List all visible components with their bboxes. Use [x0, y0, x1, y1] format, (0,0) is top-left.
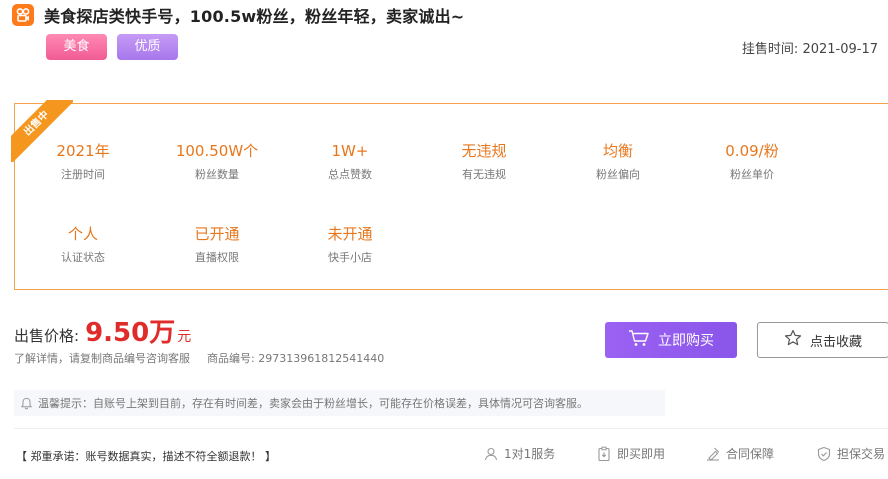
stat-label: 总点赞数 [328, 168, 372, 181]
buy-now-label: 立即购买 [658, 333, 714, 349]
notice-text: 温馨提示：自账号上架到目前，存在有时间差，卖家会由于粉丝增长，可能存在价格误差，… [38, 397, 588, 410]
price-label: 出售价格: [14, 327, 80, 345]
buy-now-button[interactable]: 立即购买 [605, 322, 737, 358]
detail-row: 了解详情，请复制商品编号咨询客服 商品编号: 29731396181254144… [14, 350, 384, 366]
stat-value: 0.09/粉 [725, 142, 779, 160]
stat-follower-count: 100.50W个 粉丝数量 [157, 141, 277, 183]
account-info-panel: 出售中 2021年 注册时间 100.50W个 粉丝数量 1W+ 总点赞数 无违… [11, 100, 888, 290]
service-label: 合同保障 [726, 447, 775, 461]
service-label: 1对1服务 [504, 447, 556, 461]
stat-value: 均衡 [602, 142, 633, 160]
stat-verification: 个人 认证状态 [23, 224, 143, 266]
title-row: 美食探店类快手号，100.5w粉丝，粉丝年轻，卖家诚出~ [12, 4, 464, 26]
contract-icon [707, 447, 720, 461]
stat-register-time: 2021年 注册时间 [23, 141, 143, 183]
stat-label: 直播权限 [195, 251, 239, 264]
stat-label: 有无违规 [462, 168, 506, 181]
price-unit: 元 [177, 329, 192, 345]
shield-icon [817, 446, 831, 461]
tag-list: 美食 优质 [46, 34, 178, 60]
stat-value: 个人 [67, 225, 98, 243]
promise-text: 【 郑重承诺：账号数据真实，描述不符全额退款！ 】 [16, 450, 276, 463]
divider [14, 428, 888, 429]
stat-shop: 未开通 快手小店 [290, 224, 410, 266]
list-time-value: 2021-09-17 [802, 42, 878, 57]
stat-follower-bias: 均衡 粉丝偏向 [558, 141, 678, 183]
price-value: 9.50万 [85, 318, 176, 348]
price-row: 出售价格: 9.50万 元 [14, 312, 191, 349]
notice-bar: 温馨提示：自账号上架到目前，存在有时间差，卖家会由于粉丝增长，可能存在价格误差，… [14, 390, 665, 416]
stat-violations: 无违规 有无违规 [424, 141, 544, 183]
stat-value: 已开通 [194, 225, 240, 243]
favorite-button[interactable]: 点击收藏 [757, 322, 888, 358]
service-label: 担保交易 [837, 447, 886, 461]
list-time-label: 挂售时间: [741, 42, 799, 57]
kuaishou-logo-icon [12, 4, 34, 26]
service-instant-use: 即买即用 [596, 445, 665, 462]
service-one-on-one: 1对1服务 [483, 445, 555, 462]
stat-label: 粉丝数量 [195, 168, 239, 181]
bell-icon [20, 397, 33, 409]
consult-text: 了解详情，请复制商品编号咨询客服 [14, 352, 190, 365]
favorite-label: 点击收藏 [809, 334, 862, 350]
service-contract: 合同保障 [705, 445, 774, 462]
clipboard-icon [598, 446, 610, 461]
stat-value: 无违规 [461, 142, 507, 160]
stat-value: 100.50W个 [175, 142, 259, 160]
service-label: 即买即用 [617, 447, 666, 461]
service-escrow: 担保交易 [816, 445, 885, 462]
stat-value: 2021年 [56, 142, 110, 160]
tag-food[interactable]: 美食 [46, 34, 107, 60]
list-time: 挂售时间: 2021-09-17 [742, 38, 878, 57]
stat-label: 注册时间 [61, 168, 105, 181]
stat-label: 粉丝偏向 [596, 168, 640, 181]
stat-live-permission: 已开通 直播权限 [157, 224, 277, 266]
item-number-value[interactable]: 297313961812541440 [258, 352, 384, 365]
stat-label: 粉丝单价 [730, 168, 774, 181]
stat-total-likes: 1W+ 总点赞数 [290, 141, 410, 183]
stat-value: 1W+ [331, 142, 369, 160]
stat-price-per-follower: 0.09/粉 粉丝单价 [692, 141, 812, 183]
stat-label: 认证状态 [61, 251, 105, 264]
page-title: 美食探店类快手号，100.5w粉丝，粉丝年轻，卖家诚出~ [44, 7, 465, 26]
cart-icon [628, 329, 650, 351]
stat-label: 快手小店 [328, 251, 372, 264]
user-service-icon [484, 447, 498, 460]
tag-quality[interactable]: 优质 [117, 34, 178, 60]
item-number-label: 商品编号: [207, 352, 255, 365]
star-icon [784, 329, 802, 351]
stat-value: 未开通 [327, 225, 373, 243]
